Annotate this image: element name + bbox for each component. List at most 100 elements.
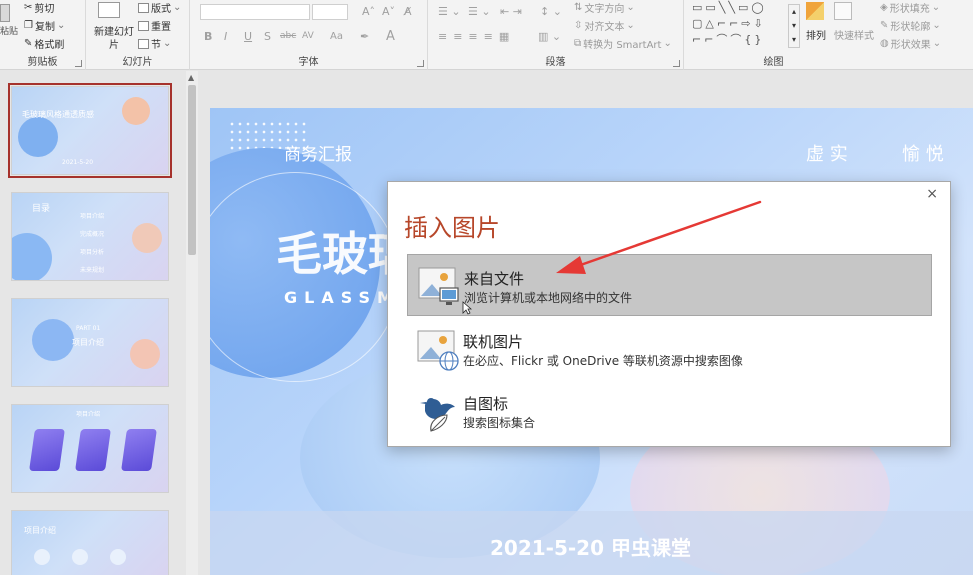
scroll-up-icon[interactable]: ▲ xyxy=(188,73,194,82)
numbering-icon[interactable]: ☰ ⌄ xyxy=(468,5,491,18)
new-slide-icon xyxy=(98,2,120,18)
scrollbar-thumb[interactable] xyxy=(188,85,196,255)
chevron-down-icon: ⌄ xyxy=(163,38,172,49)
font-color-button[interactable]: A xyxy=(386,29,395,44)
font-launcher-icon[interactable] xyxy=(417,60,424,67)
effects-icon: ◍ xyxy=(880,38,889,49)
thumbnail-item: 项目介绍 xyxy=(80,213,105,220)
arrange-label[interactable]: 排列 xyxy=(806,27,826,42)
arrange-button[interactable] xyxy=(806,2,824,20)
paste-icon xyxy=(0,4,10,22)
clipboard-launcher-icon[interactable] xyxy=(75,60,82,67)
change-case-button[interactable]: Aa xyxy=(330,31,343,42)
chevron-down-icon: ⌄ xyxy=(931,2,941,13)
shapes-gallery[interactable]: ▭▭╲╲▭◯ ▢△⌐⌐⇨⇩ ⌐⌐⌒⌒{} xyxy=(692,0,790,50)
red-arrow-annotation xyxy=(556,200,762,274)
thumb-card xyxy=(29,429,65,471)
mouse-cursor-icon xyxy=(462,301,472,315)
font-name-select[interactable] xyxy=(200,4,310,20)
text-direction-icon: ⇅ xyxy=(574,2,583,13)
paragraph-launcher-icon[interactable] xyxy=(673,60,680,67)
char-spacing-button[interactable]: AV xyxy=(302,31,314,41)
cut-button[interactable]: ✂ 剪切 xyxy=(24,0,54,15)
line-spacing-icon[interactable]: ↕ ⌄ xyxy=(540,5,562,18)
shape-effects-label: 形状效果 xyxy=(890,40,931,51)
italic-button[interactable]: I xyxy=(224,30,227,43)
thumbnail-title: 目录 xyxy=(32,204,51,214)
text-direction-label: 文字方向 xyxy=(584,4,625,15)
chevron-down-icon: ⌄ xyxy=(932,20,941,31)
slide-thumbnail-5[interactable]: 项目介绍 xyxy=(11,510,169,575)
section-label: 节 xyxy=(151,40,161,51)
smartart-button[interactable]: ⧉ 转换为 SmartArt ⌄ xyxy=(574,36,672,51)
thumbnail-scrollbar[interactable]: ▲ xyxy=(186,71,198,575)
clear-format-icon[interactable]: A̸ xyxy=(404,5,412,18)
picture-file-icon xyxy=(418,267,459,305)
slide-thumbnail-4[interactable]: 项目介绍 xyxy=(11,404,169,493)
highlight-icon[interactable]: ✒ xyxy=(360,30,369,43)
pen-icon: ✎ xyxy=(880,20,889,31)
shapes-scroll[interactable]: ▴ ▾ ▾ xyxy=(788,4,800,48)
reset-icon xyxy=(138,20,149,31)
indent-icon[interactable]: ⇤ ⇥ xyxy=(500,5,522,18)
bold-button[interactable]: B xyxy=(204,30,212,43)
from-file-description: 浏览计算机或本地网络中的文件 xyxy=(464,291,633,305)
thumb-blob xyxy=(110,549,126,565)
copy-button[interactable]: ❐ 复制 ⌄ xyxy=(24,18,65,33)
section-icon xyxy=(138,38,149,49)
align-icons[interactable]: ≡≡≡≡▦ xyxy=(438,30,515,43)
online-pictures-option[interactable]: 联机图片 在必应、Flickr 或 OneDrive 等联机资源中搜索图像 xyxy=(407,318,932,380)
new-slide-button[interactable] xyxy=(98,2,120,18)
quick-styles-button[interactable] xyxy=(834,2,852,20)
text-direction-button[interactable]: ⇅ 文字方向 ⌄ xyxy=(574,0,635,15)
paint-bucket-icon: ◈ xyxy=(880,2,888,13)
shape-effects-button[interactable]: ◍ 形状效果 ⌄ xyxy=(880,36,941,51)
columns-icon[interactable]: ▥ ⌄ xyxy=(538,30,561,43)
thumbnail-item: 完成概况 xyxy=(80,231,105,238)
paste-label[interactable]: 粘贴 xyxy=(0,24,18,37)
font-group: A˄ A˅ A̸ B I U S abc AV Aa ✒ A 字体 xyxy=(190,0,428,70)
reset-button[interactable]: 重置 xyxy=(138,18,171,33)
font-size-select[interactable] xyxy=(312,4,348,20)
online-pictures-title: 联机图片 xyxy=(463,333,524,351)
thumbnail-item: 未来规划 xyxy=(80,267,105,274)
shape-fill-label: 形状填充 xyxy=(889,4,930,15)
thumbnail-title: PART 01 xyxy=(76,325,101,332)
slide-thumbnail-1[interactable]: 毛玻璃风格通透质感 2021-5-20 xyxy=(8,83,172,178)
icons-option[interactable]: 自图标 搜索图标集合 xyxy=(407,380,932,442)
layout-button[interactable]: 版式 ⌄ xyxy=(138,0,181,15)
align-text-label: 对齐文本 xyxy=(584,22,625,33)
arrange-icon xyxy=(806,2,824,20)
strikethrough-button[interactable]: abc xyxy=(280,31,296,41)
scissors-icon: ✂ xyxy=(24,2,33,13)
chevron-down-icon: ⌄ xyxy=(626,2,635,13)
format-painter-button[interactable]: ✎ 格式刷 xyxy=(24,36,64,51)
slide-thumbnail-3[interactable]: PART 01 项目介绍 xyxy=(11,298,169,387)
shape-outline-button[interactable]: ✎ 形状轮廓 ⌄ xyxy=(880,18,941,33)
thumb-blob xyxy=(12,233,52,280)
ribbon: 粘贴 ✂ 剪切 ❐ 复制 ⌄ ✎ 格式刷 剪贴板 新建幻灯片 版式 ⌄ 重置 节 ⌄ 幻灯片… xyxy=(0,0,973,70)
reset-label: 重置 xyxy=(151,22,171,33)
chevron-down-icon: ⌄ xyxy=(56,20,66,31)
paragraph-group: ☰ ⌄ ☰ ⌄ ⇤ ⇥ ↕ ⌄ ≡≡≡≡▦ ▥ ⌄ ⇅ 文字方向 ⌄ ⇳ 对齐文本 ⌄ … xyxy=(428,0,684,70)
font-group-label: 字体 xyxy=(298,57,319,68)
copy-icon: ❐ xyxy=(24,20,33,31)
close-icon[interactable]: × xyxy=(926,186,938,202)
shadow-button[interactable]: S xyxy=(264,30,271,43)
shape-fill-button[interactable]: ◈ 形状填充 ⌄ xyxy=(880,0,940,15)
underline-button[interactable]: U xyxy=(244,30,252,43)
chevron-down-icon: ⌄ xyxy=(663,38,672,49)
drawing-group-label: 绘图 xyxy=(763,57,784,68)
decrease-font-icon[interactable]: A˅ xyxy=(382,5,395,18)
new-slide-label[interactable]: 新建幻灯片 xyxy=(92,26,136,52)
align-text-button[interactable]: ⇳ 对齐文本 ⌄ xyxy=(574,18,635,33)
increase-font-icon[interactable]: A˄ xyxy=(362,5,375,18)
quick-styles-icon xyxy=(834,2,852,20)
section-button[interactable]: 节 ⌄ xyxy=(138,36,171,51)
thumbnail-item: 项目分析 xyxy=(80,249,105,256)
slides-group: 新建幻灯片 版式 ⌄ 重置 节 ⌄ 幻灯片 xyxy=(86,0,190,70)
slide-thumbnail-2[interactable]: 目录 项目介绍 完成概况 项目分析 未来规划 xyxy=(11,192,169,281)
paste-button[interactable] xyxy=(0,4,10,22)
quick-styles-label[interactable]: 快速样式 xyxy=(834,27,874,42)
bullets-icon[interactable]: ☰ ⌄ xyxy=(438,5,461,18)
